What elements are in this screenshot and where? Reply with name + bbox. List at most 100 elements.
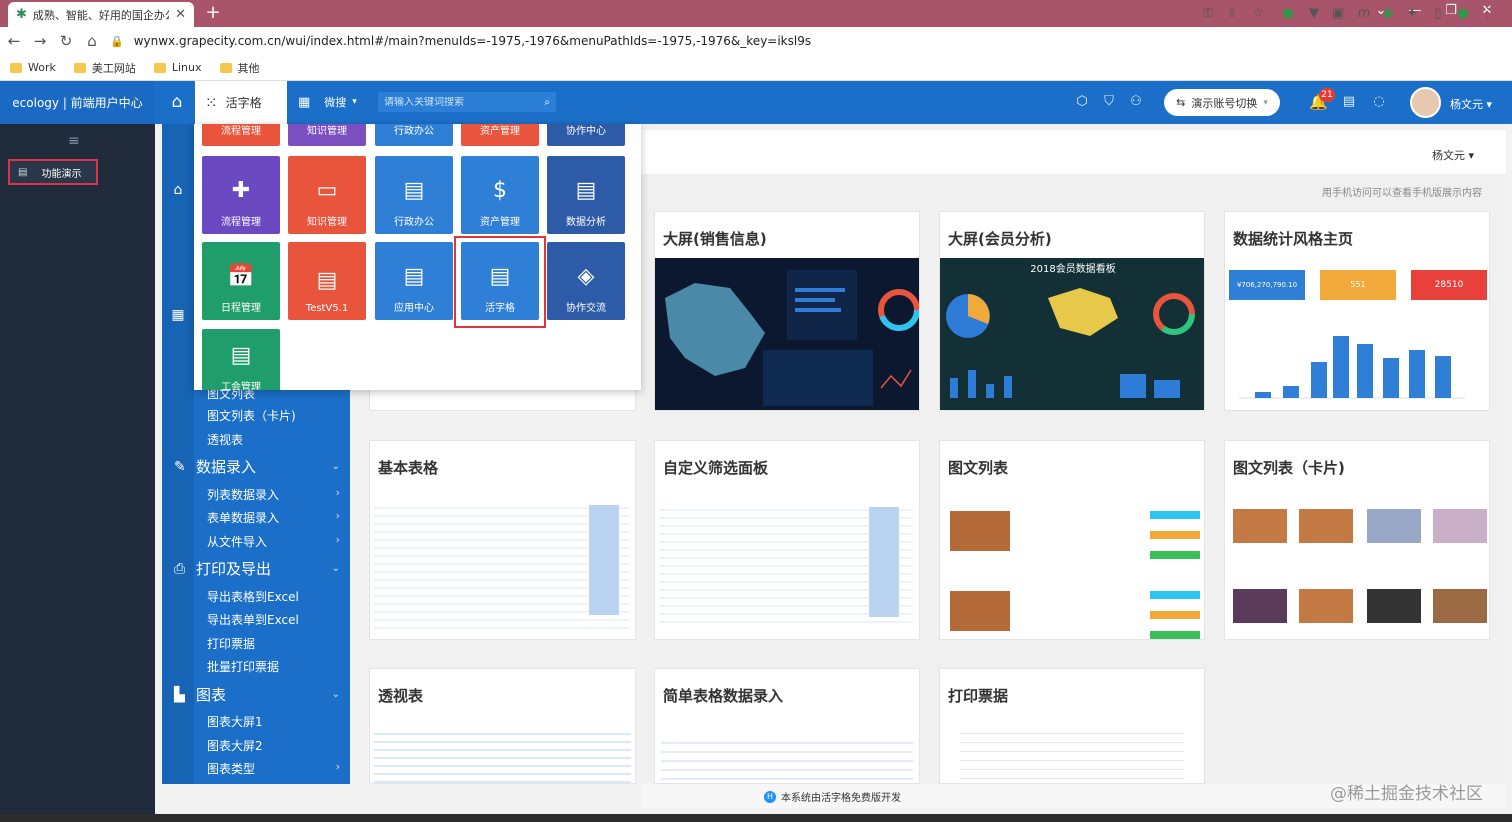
document-icon: ▤ [18, 166, 28, 178]
user-menu[interactable]: 杨文元 ▾ [1432, 147, 1474, 163]
bookmark-star-icon[interactable]: ☆ [1250, 6, 1266, 22]
card-member-screen[interactable]: 大屏(会员分析) 2018会员数据看板 [939, 211, 1205, 411]
app-tile-workflow[interactable]: ✚ 流程管理 [202, 156, 280, 234]
folder-icon [219, 62, 232, 73]
card-image-list[interactable]: 图文列表 [939, 440, 1205, 640]
app-tile-collaboration[interactable]: ◈ 协作交流 [547, 242, 625, 320]
forward-icon[interactable]: → [28, 32, 52, 50]
app-tile-cut[interactable]: 资产管理 [461, 124, 539, 146]
nav-group-charts[interactable]: ▙ 图表 ⌄ [174, 684, 340, 705]
nav-item[interactable]: 图表类型 › [207, 760, 340, 777]
workflow-icon: ✚ [231, 178, 251, 203]
card-basic-table[interactable]: 基本表格 [369, 440, 636, 640]
new-tab-button[interactable]: + [202, 3, 224, 25]
nav-item[interactable]: 图文列表（卡片) [207, 407, 340, 424]
card-sales-screen[interactable]: 大屏(销售信息) [654, 211, 920, 411]
app-tile-cut[interactable]: 流程管理 [202, 124, 280, 146]
nav-item[interactable]: 图表大屏2 [207, 737, 340, 754]
browser-tab[interactable]: ✱ 成熟、智能、好用的国企办公平台 ✕ [8, 2, 194, 27]
bookmark-item[interactable]: 美工网站 [73, 60, 136, 76]
nav-item[interactable]: 导出表单到Excel [207, 611, 340, 628]
nav-group-data-entry[interactable]: ✎ 数据录入 ⌄ [174, 456, 340, 477]
nav-item[interactable]: 透视表 [207, 431, 340, 448]
card-stats-home[interactable]: 数据统计风格主页 ¥706,270,790.10 551 28510 [1224, 211, 1490, 411]
card-filter-panel[interactable]: 自定义筛选面板 [654, 440, 920, 640]
puzzle-icon[interactable]: ✦ [1404, 6, 1420, 22]
home-icon[interactable]: ⌂ [162, 182, 194, 198]
nav-item[interactable]: 图表大屏1 [207, 713, 340, 730]
account-switch-button[interactable]: ⇆ 演示账号切换 ▾ [1164, 89, 1280, 116]
nav-group-print-export[interactable]: ⎙ 打印及导出 ⌄ [174, 558, 340, 579]
notification-badge: 21 [1319, 88, 1335, 102]
user-name[interactable]: 杨文元 ▾ [1450, 96, 1492, 112]
nav-item[interactable]: 打印票据 [207, 635, 340, 652]
sidebar-icon[interactable]: ▯ [1430, 6, 1446, 22]
lock-icon: 🔒 [110, 34, 124, 48]
chevron-right-icon: › [335, 509, 340, 522]
more-icon[interactable]: ⋮ [1480, 6, 1496, 22]
extension-icon[interactable]: ▼ [1306, 6, 1322, 22]
extension-icon[interactable]: m [1356, 6, 1372, 22]
back-icon[interactable]: ← [2, 32, 26, 50]
app-tile-knowledge[interactable]: ▭ 知识管理 [288, 156, 366, 234]
home-icon[interactable]: ⌂ [80, 32, 104, 50]
book-icon: ▭ [316, 178, 338, 203]
chevron-down-icon: ▾ [352, 97, 357, 107]
card-print-ticket[interactable]: 打印票据 [939, 668, 1205, 784]
chevron-down-icon: ⌄ [331, 461, 340, 472]
bookmark-item[interactable]: Work [10, 61, 56, 74]
shield-icon[interactable]: ⛉ [1100, 94, 1118, 109]
app-tile-calendar[interactable]: 📅 日程管理 [202, 242, 280, 320]
url-field[interactable]: 🔒 wynwx.grapecity.com.cn/wui/index.html#… [110, 30, 1270, 52]
app-tile-app-center[interactable]: ▤ 应用中心 [375, 242, 453, 320]
taskbar-strip [0, 814, 1512, 822]
app-tile-testv51[interactable]: ▤ TestV5.1 [288, 242, 366, 320]
search-icon[interactable]: ⌕ [544, 97, 550, 108]
tab-huozige[interactable]: ⁙ 活字格 [195, 81, 287, 124]
profile-icon[interactable]: ● [1455, 6, 1471, 22]
nav-item[interactable]: 批量打印票据 [207, 658, 340, 675]
handshake-icon: ◈ [577, 264, 595, 289]
card-pivot-table[interactable]: 透视表 [369, 668, 636, 784]
bookmark-item[interactable]: 其他 [219, 60, 260, 76]
sidebar-item-demo[interactable]: ▤ 功能演示 [8, 159, 98, 185]
chat-icon[interactable]: ◌ [1370, 94, 1388, 109]
close-tab-icon[interactable]: ✕ [175, 7, 186, 22]
brand-title[interactable]: ecology | 前端用户中心 [0, 81, 155, 124]
share-icon[interactable]: ⇪ [1224, 6, 1240, 22]
bookmark-item[interactable]: Linux [153, 61, 202, 74]
search-input[interactable] [384, 96, 545, 108]
scope-icon: ▦ [298, 94, 311, 110]
key-icon[interactable]: ⚿ [1200, 6, 1216, 22]
cube-icon[interactable]: ⬡ [1073, 94, 1091, 109]
app-tile-cut[interactable]: 行政办公 [375, 124, 453, 146]
menu-toggle-icon[interactable]: ≡ [68, 133, 80, 149]
org-chart-icon[interactable]: ⚇ [1127, 94, 1145, 109]
app-tile-admin[interactable]: ▤ 行政办公 [375, 156, 453, 234]
reload-icon[interactable]: ↻ [54, 32, 78, 50]
app-tile-assets[interactable]: $ 资产管理 [461, 156, 539, 234]
extension-icon[interactable]: ◉ [1380, 6, 1396, 22]
avatar[interactable] [1410, 87, 1441, 118]
app-tile-analytics[interactable]: ▤ 数据分析 [547, 156, 625, 234]
chevron-down-icon: ▾ [1263, 97, 1268, 108]
app-tile-cut[interactable]: 知识管理 [288, 124, 366, 146]
chevron-right-icon: › [335, 760, 340, 773]
home-icon[interactable]: ⌂ [165, 92, 189, 114]
card-thumbnail [659, 503, 913, 629]
nav-item[interactable]: 列表数据录入 › [207, 486, 340, 503]
nav-item[interactable]: 表单数据录入 › [207, 509, 340, 526]
extension-icon[interactable]: ▣ [1330, 6, 1346, 22]
nav-item[interactable]: 从文件导入 › [207, 533, 340, 550]
table-icon[interactable]: ▦ [162, 307, 194, 323]
card-simple-entry[interactable]: 简单表格数据录入 [654, 668, 920, 784]
document-icon[interactable]: ▤ [1340, 94, 1358, 109]
search-scope-select[interactable]: ▦ 微搜 ▾ [298, 92, 378, 112]
nav-item[interactable]: 导出表格到Excel [207, 588, 340, 605]
extension-icon[interactable]: ● [1280, 6, 1296, 22]
chevron-down-icon: ⌄ [331, 563, 340, 574]
app-tile-cut[interactable]: 协作中心 [547, 124, 625, 146]
selected-tile-highlight [454, 236, 546, 328]
card-image-list-cards[interactable]: 图文列表（卡片) [1224, 440, 1490, 640]
app-tile-union[interactable]: ▤ 工会管理 [202, 329, 280, 390]
